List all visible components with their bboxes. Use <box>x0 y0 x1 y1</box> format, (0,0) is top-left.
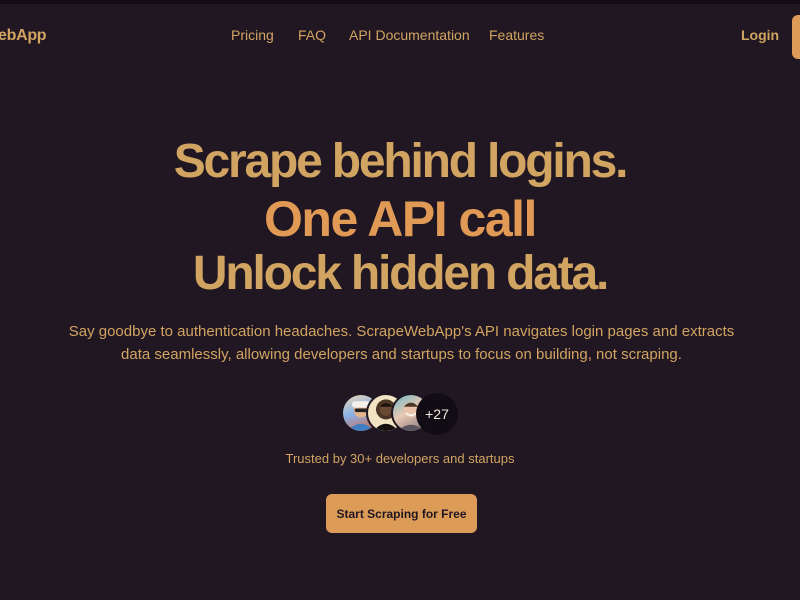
login-link[interactable]: Login <box>741 27 779 43</box>
avatar-count-badge: +27 <box>416 393 458 435</box>
header-cta-button[interactable] <box>792 15 800 59</box>
start-scraping-button[interactable]: Start Scraping for Free <box>326 494 477 533</box>
hero-headline-line-3: Unlock hidden data. <box>192 247 609 300</box>
nav-link-faq[interactable]: FAQ <box>298 27 326 43</box>
hero-headline-line-2: One API call <box>264 191 537 247</box>
site-logo[interactable]: ebApp <box>0 27 47 45</box>
nav-link-pricing[interactable]: Pricing <box>231 27 274 43</box>
hero-headline-line-1: Scrape behind logins. <box>173 135 629 188</box>
site-header: ebApp Pricing FAQ API Documentation Feat… <box>0 4 800 66</box>
avatar-group: +27 <box>341 393 466 435</box>
hero-subtitle: Say goodbye to authentication headaches.… <box>68 323 735 363</box>
nav-link-features[interactable]: Features <box>489 27 544 43</box>
trusted-text: Trusted by 30+ developers and startups <box>285 451 515 466</box>
nav-link-api-documentation[interactable]: API Documentation <box>349 27 470 43</box>
